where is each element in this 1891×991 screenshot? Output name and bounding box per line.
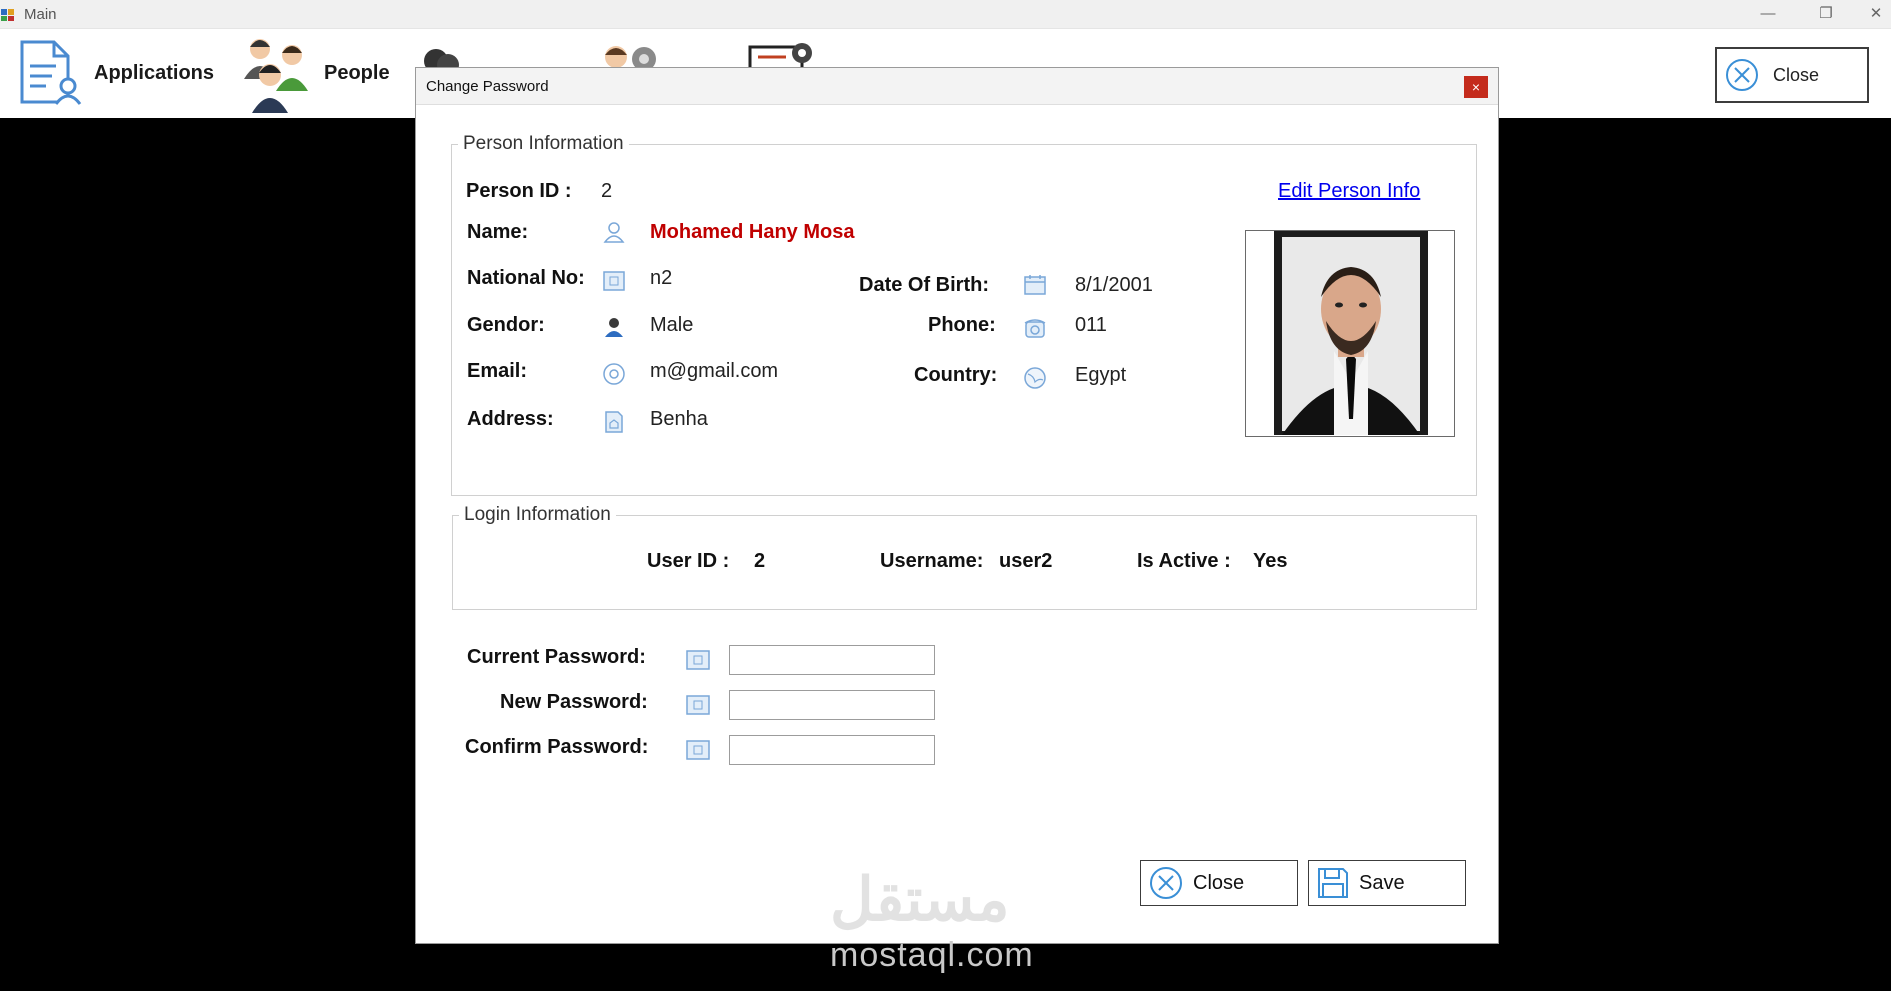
people-button[interactable]: People xyxy=(236,37,390,113)
watermark: mostaql.com xyxy=(830,936,1034,974)
current-password-input[interactable] xyxy=(729,645,935,675)
restore-button[interactable]: ❐ xyxy=(1806,0,1846,28)
user-id-value: 2 xyxy=(754,550,766,572)
dialog-close-button[interactable]: Close xyxy=(1140,860,1298,906)
calendar-icon xyxy=(1024,275,1046,295)
person-id-value: 2 xyxy=(601,180,613,202)
email-value: m@gmail.com xyxy=(650,360,779,382)
person-photo-frame xyxy=(1245,230,1455,437)
save-button[interactable]: Save xyxy=(1308,860,1466,906)
applications-label: Applications xyxy=(94,61,215,84)
at-sign-icon xyxy=(603,363,625,385)
edit-person-info-link[interactable]: Edit Person Info xyxy=(1278,180,1420,203)
gender-label: Gendor: xyxy=(467,314,545,336)
password-icon xyxy=(686,650,710,670)
country-label: Country: xyxy=(914,364,998,386)
phone-icon xyxy=(1024,319,1046,338)
dialog-close-x-button[interactable]: × xyxy=(1464,76,1488,98)
people-icon xyxy=(244,39,308,113)
username-label: Username: xyxy=(880,550,984,572)
national-no-value: n2 xyxy=(650,267,673,289)
save-icon xyxy=(1318,868,1348,898)
dob-label: Date Of Birth: xyxy=(859,274,989,296)
app-icon xyxy=(1,9,14,21)
main-close-label: Close xyxy=(1773,64,1820,85)
name-value: Mohamed Hany Mosa xyxy=(650,221,855,243)
confirm-password-input[interactable] xyxy=(729,735,935,765)
user-id-label: User ID : xyxy=(647,550,730,572)
dob-value: 8/1/2001 xyxy=(1075,274,1153,296)
save-label: Save xyxy=(1359,871,1405,894)
login-info-legend: Login Information xyxy=(459,504,616,526)
applications-button[interactable]: Applications xyxy=(16,37,214,109)
globe-icon xyxy=(1024,367,1046,389)
confirm-password-label: Confirm Password: xyxy=(465,736,649,758)
close-circle-icon xyxy=(1150,867,1182,899)
person-photo xyxy=(1274,231,1428,435)
change-password-dialog: Change Password × Person Information Per… xyxy=(415,67,1499,944)
password-icon xyxy=(686,695,710,715)
country-value: Egypt xyxy=(1075,364,1127,386)
current-password-label: Current Password: xyxy=(467,646,646,668)
email-label: Email: xyxy=(467,360,528,382)
address-icon xyxy=(605,411,623,433)
new-password-input[interactable] xyxy=(729,690,935,720)
username-value: user2 xyxy=(999,550,1053,572)
window-title-bar: Main — ❐ ✕ xyxy=(0,0,1891,29)
dialog-close-label: Close xyxy=(1193,871,1245,894)
watermark-arabic: مستقل xyxy=(830,866,1010,933)
dialog-title-bar: Change Password × xyxy=(416,68,1498,105)
male-icon xyxy=(605,318,623,337)
id-card-icon xyxy=(603,271,625,291)
minimize-button[interactable]: — xyxy=(1748,0,1788,28)
window-title: Main xyxy=(24,6,57,23)
people-label: People xyxy=(324,61,390,84)
phone-value: 011 xyxy=(1075,314,1107,336)
phone-label: Phone: xyxy=(928,314,996,336)
person-id-label: Person ID : xyxy=(466,180,572,202)
person-info-legend: Person Information xyxy=(458,133,629,155)
gender-value: Male xyxy=(650,314,694,336)
national-no-label: National No: xyxy=(467,267,585,289)
is-active-label: Is Active : xyxy=(1137,550,1231,572)
close-circle-icon xyxy=(1726,59,1758,91)
main-close-button[interactable]: Close xyxy=(1715,47,1869,103)
name-label: Name: xyxy=(467,221,529,243)
person-icon xyxy=(603,222,625,243)
address-value: Benha xyxy=(650,408,708,430)
new-password-label: New Password: xyxy=(500,691,648,713)
window-close-button[interactable]: ✕ xyxy=(1861,0,1891,28)
is-active-value: Yes xyxy=(1253,550,1288,572)
dialog-title: Change Password xyxy=(426,78,549,95)
password-icon xyxy=(686,740,710,760)
applications-icon xyxy=(20,40,82,105)
address-label: Address: xyxy=(467,408,554,430)
